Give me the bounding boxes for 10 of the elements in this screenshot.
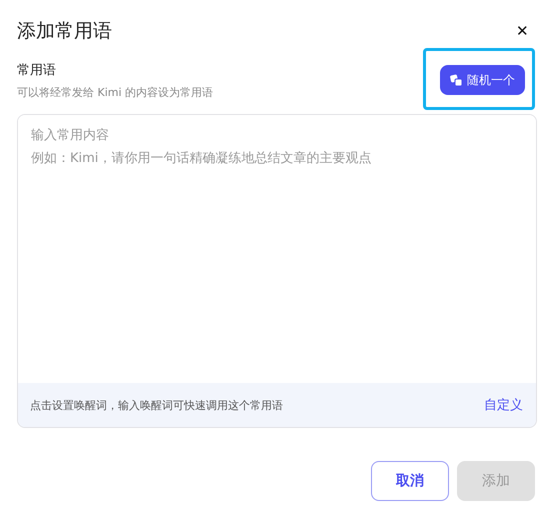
random-button[interactable]: 随机一个 — [440, 65, 525, 95]
wake-word-hint: 点击设置唤醒词，输入唤醒词可快速调用这个常用语 — [30, 398, 283, 412]
close-button[interactable]: ✕ — [512, 22, 533, 40]
section-description: 可以将经常发给 Kimi 的内容设为常用语 — [17, 85, 214, 100]
example-hint: 例如：Kimi，请你用一句话精确凝练地总结文章的主要观点 — [31, 150, 372, 168]
section-label: 常用语 — [17, 62, 57, 79]
cancel-button[interactable]: 取消 — [371, 461, 449, 501]
customize-link[interactable]: 自定义 — [484, 396, 523, 414]
dialog-title: 添加常用语 — [17, 19, 112, 44]
dice-icon — [450, 74, 463, 86]
